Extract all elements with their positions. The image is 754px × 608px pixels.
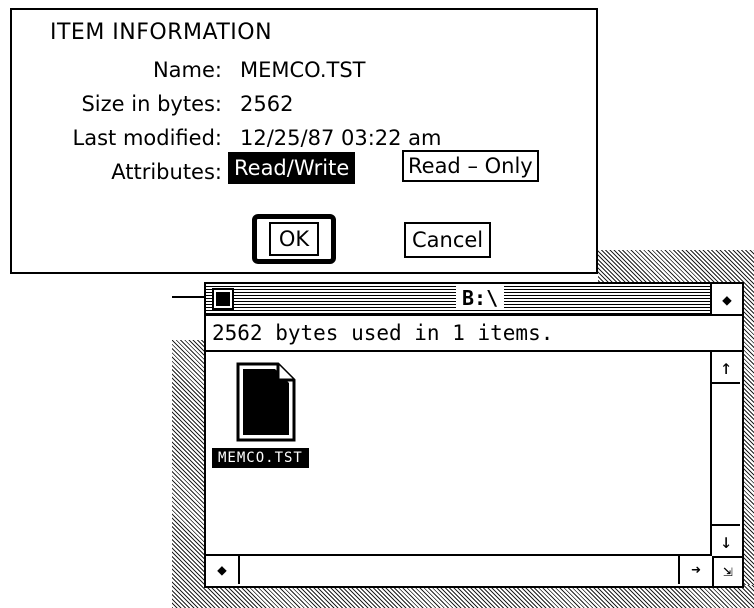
name-label: Name: (152, 58, 222, 82)
window-titlebar[interactable]: B:\ ◆ (206, 284, 742, 316)
ok-button[interactable]: OK (252, 214, 336, 264)
cancel-button[interactable]: Cancel (404, 222, 492, 258)
drive-window: B:\ ◆ 2562 bytes used in 1 items. MEMCO.… (204, 282, 744, 588)
down-arrow-icon[interactable]: ↓ (712, 524, 740, 556)
dialog-title: ITEM INFORMATION (50, 20, 273, 45)
size-value: 2562 (240, 92, 294, 116)
fuller-icon[interactable]: ◆ (710, 284, 742, 314)
up-arrow-icon[interactable]: ↑ (712, 352, 740, 384)
left-arrow-icon[interactable]: ◆ (206, 556, 240, 584)
file-name-label[interactable]: MEMCO.TST (212, 448, 309, 468)
modified-value: 12/25/87 03:22 am (240, 126, 442, 150)
right-arrow-icon[interactable]: ➜ (678, 556, 712, 584)
read-write-button[interactable]: Read/Write (228, 152, 356, 184)
attributes-label: Attributes: (111, 160, 222, 184)
read-only-button[interactable]: Read – Only (402, 150, 539, 182)
window-info-bar: 2562 bytes used in 1 items. (206, 316, 742, 352)
window-title: B:\ (456, 286, 505, 310)
desktop-pattern (172, 340, 204, 608)
desktop-pattern (172, 585, 754, 608)
name-value: MEMCO.TST (240, 58, 366, 82)
size-label: Size in bytes: (81, 92, 222, 116)
modified-label: Last modified: (72, 126, 222, 150)
horizontal-scrollbar[interactable]: ◆ ➜ (206, 554, 712, 586)
document-icon[interactable] (234, 362, 296, 442)
close-box-icon[interactable] (212, 288, 234, 310)
sizer-icon[interactable]: ⇲ (712, 556, 742, 586)
vertical-scrollbar[interactable]: ↑ ↓ (710, 352, 742, 556)
divider (172, 296, 204, 298)
item-information-dialog: ITEM INFORMATION Name: MEMCO.TST Size in… (10, 8, 598, 274)
ok-button-label: OK (268, 222, 320, 256)
